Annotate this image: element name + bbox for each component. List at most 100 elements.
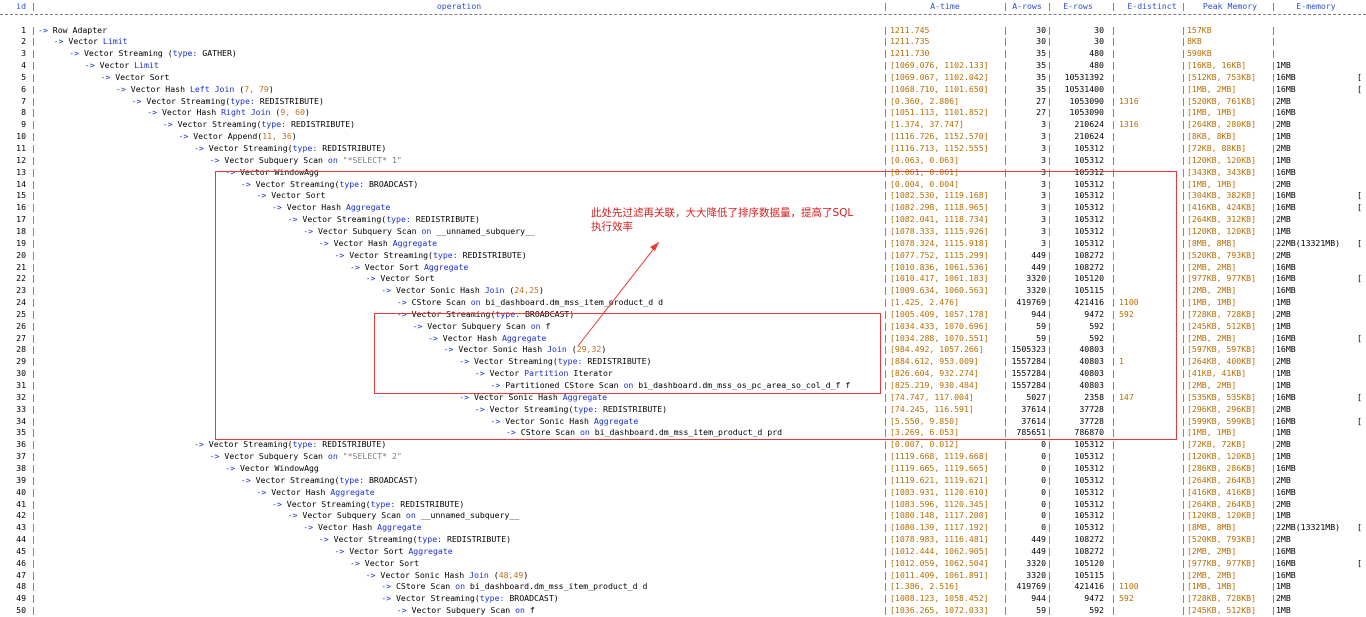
row-operation: -> Vector Append(11, 36) [38, 131, 1020, 143]
row-extra [1357, 48, 1366, 60]
column-separator: | [1271, 143, 1276, 153]
column-separator: | [1111, 581, 1116, 592]
column-separator: | [1003, 119, 1008, 130]
row-e-distinct [1119, 499, 1179, 511]
column-separator: | [1111, 545, 1116, 556]
row-extra: [ [1357, 391, 1362, 402]
op-text: Vector Hash [130, 83, 190, 94]
row-e-memory: 1MB [1276, 131, 1291, 142]
table-row: 1 -> Row Adapter 1211.745 30 30 157KB | | | | | | | [0, 25, 1366, 37]
column-separator: | [1271, 225, 1276, 236]
table-row: 37 -> Vector Subquery Scan on "*SELECT* 2… [0, 451, 1366, 463]
row-a-time: [1119.665, 1119.665] [890, 462, 989, 473]
row-a-time: [1051.113, 1101.852] [890, 107, 989, 118]
row-extra [1357, 262, 1366, 274]
row-e-rows: 592 [1089, 605, 1104, 616]
row-id: 44 [16, 534, 26, 545]
column-separator: | [1271, 60, 1276, 71]
row-id: 21 [16, 261, 26, 272]
row-extra [1357, 499, 1366, 511]
row-id: 16 [16, 202, 26, 213]
row-e-distinct [1119, 510, 1179, 522]
column-separator: | [883, 569, 888, 580]
row-extra: [ [1357, 415, 1362, 426]
column-separator: | [31, 439, 36, 450]
op-keyword: type: [230, 95, 255, 106]
column-separator: | [1003, 143, 1008, 153]
table-row: 42 -> Vector Subquery Scan on __unnamed_s… [0, 510, 1366, 522]
column-separator: | [1181, 273, 1186, 284]
row-id: 25 [16, 308, 26, 319]
row-extra: [ [1357, 202, 1362, 213]
column-separator: | [31, 510, 36, 521]
column-separator: | [883, 36, 888, 47]
row-e-rows: 10531400 [1064, 83, 1104, 94]
row-peak-memory: [728KB, 728KB] [1187, 593, 1257, 604]
column-separator: | [883, 83, 888, 94]
column-separator: | [1111, 1, 1116, 11]
row-e-memory: 16MB [1276, 462, 1296, 473]
row-a-time: [1069.076, 1102.133] [890, 60, 989, 71]
column-separator: | [1181, 71, 1186, 82]
row-e-memory: 2MB [1276, 95, 1291, 106]
table-row: 8 -> Vector Hash Right Join (9, 60) [1051.… [0, 107, 1366, 119]
column-separator: | [1271, 557, 1276, 568]
row-id: 3 [21, 48, 26, 59]
op-text: ( [234, 83, 245, 94]
row-extra [1357, 25, 1366, 37]
row-peak-memory: [520KB, 793KB] [1187, 249, 1257, 260]
column-separator: | [1271, 83, 1276, 94]
row-a-rows: 0 [1041, 486, 1046, 497]
op-text: Vector Subquery Scan [224, 154, 328, 165]
row-extra [1357, 309, 1366, 321]
column-separator: | [1181, 214, 1186, 225]
row-peak-memory: [2MB, 2MB] [1187, 569, 1237, 580]
column-separator: | [1111, 143, 1116, 153]
row-e-rows: 1053090 [1069, 95, 1104, 106]
row-peak-memory: [286KB, 286KB] [1187, 462, 1257, 473]
row-e-memory: 16MB [1276, 285, 1296, 296]
column-separator: | [1271, 474, 1276, 485]
row-peak-memory: [1MB, 1MB] [1187, 297, 1237, 308]
column-separator: | [1181, 24, 1186, 35]
column-separator: | [31, 273, 36, 284]
row-extra: [ [1357, 237, 1362, 248]
row-e-distinct [1119, 25, 1179, 37]
column-separator: | [31, 474, 36, 485]
row-id: 30 [16, 368, 26, 379]
column-separator: | [1047, 95, 1052, 106]
header-operation: operation [436, 1, 482, 11]
row-e-rows: 30 [1094, 36, 1104, 47]
row-e-distinct: 1100 [1119, 581, 1139, 592]
row-a-time: [1080.139, 1117.192] [890, 522, 989, 533]
row-e-distinct [1119, 131, 1179, 143]
row-e-distinct [1119, 487, 1179, 499]
column-separator: | [1271, 391, 1276, 402]
row-peak-memory: [16KB, 16KB] [1187, 60, 1247, 71]
row-extra [1357, 475, 1366, 487]
row-e-memory: 22MB(13321MB) [1276, 237, 1341, 248]
row-peak-memory: [264KB, 400KB] [1187, 356, 1257, 367]
row-id: 32 [16, 391, 26, 402]
op-text: 7, 79 [244, 83, 269, 94]
op-text: Vector Streaming( [255, 474, 340, 485]
row-e-rows: 421416 [1074, 581, 1104, 592]
row-a-time: [1008.123, 1058.452] [890, 593, 989, 604]
table-row: 40 -> Vector Hash Aggregate [1083.931, 112… [0, 487, 1366, 499]
column-separator: | [883, 451, 888, 462]
header-e-memory: E-memory [1296, 1, 1336, 11]
row-a-rows: 35 [1036, 48, 1046, 59]
row-extra: [ [1357, 71, 1362, 82]
row-a-rows: 0 [1041, 439, 1046, 450]
column-separator: | [1271, 190, 1276, 201]
op-text: Vector [99, 60, 135, 71]
table-row: 7 -> Vector Streaming(type: REDISTRIBUTE)… [0, 96, 1366, 108]
column-separator: | [1047, 1, 1052, 11]
row-e-distinct [1119, 60, 1179, 72]
column-separator: | [31, 451, 36, 462]
column-separator: | [1003, 154, 1008, 165]
op-text: REDISTRIBUTE) [442, 534, 512, 545]
row-e-distinct [1119, 107, 1179, 119]
row-id: 33 [16, 403, 26, 414]
row-peak-memory: [512KB, 753KB] [1187, 71, 1257, 82]
